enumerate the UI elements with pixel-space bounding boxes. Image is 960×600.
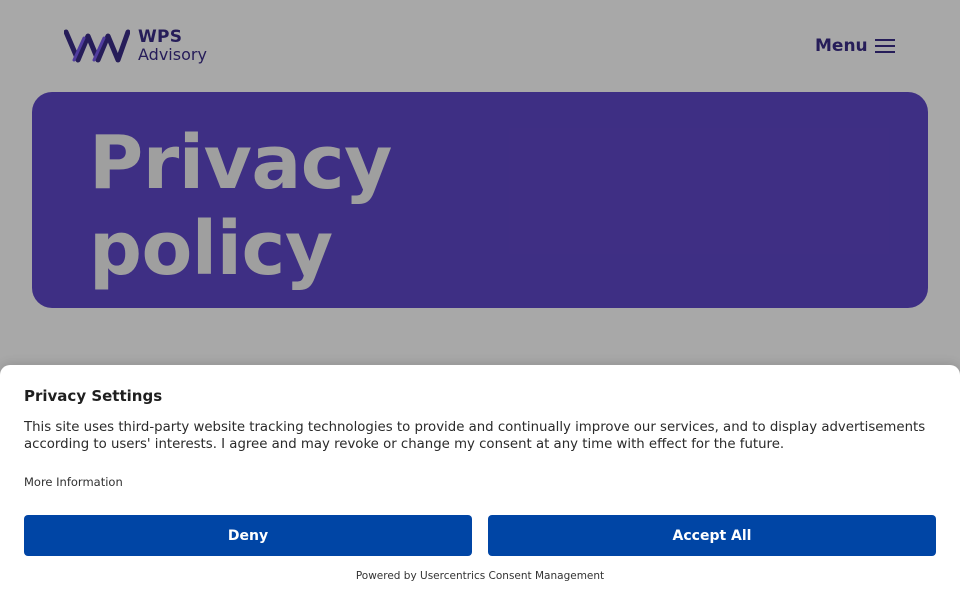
consent-description: This site uses third-party website track… <box>24 420 926 452</box>
cookie-consent-banner: Privacy Settings This site uses third-pa… <box>0 365 960 600</box>
accept-all-button[interactable]: Accept All <box>488 515 936 556</box>
consent-title: Privacy Settings <box>24 387 163 405</box>
more-information-link[interactable]: More Information <box>24 475 123 489</box>
powered-by-text: Powered by Usercentrics Consent Manageme… <box>355 570 605 582</box>
deny-button[interactable]: Deny <box>24 515 472 556</box>
